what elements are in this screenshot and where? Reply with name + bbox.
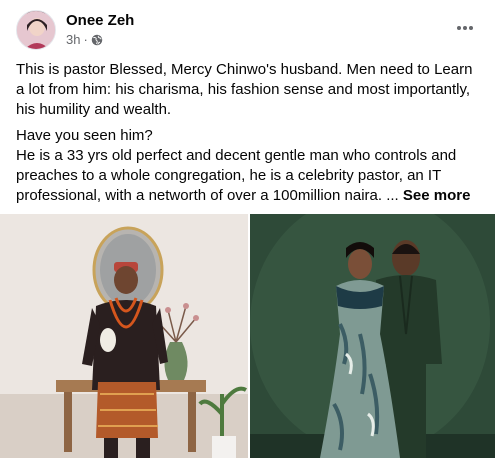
more-options-icon — [457, 26, 473, 30]
meta-separator: · — [83, 32, 88, 47]
post-paragraph-2: Have you seen him? — [16, 127, 153, 144]
couple-green-backdrop-image — [250, 214, 495, 458]
photo-grid — [0, 214, 495, 458]
post-paragraph-3-text: He is a 33 yrs old perfect and decent ge… — [16, 147, 457, 204]
post-header: Onee Zeh 3h · — [16, 8, 479, 52]
author-avatar[interactable] — [16, 10, 56, 50]
photo-left[interactable] — [0, 214, 248, 458]
photo-right[interactable] — [250, 214, 495, 458]
post-time[interactable]: 3h — [66, 32, 80, 47]
post-paragraph-1: This is pastor Blessed, Mercy Chinwo's h… — [16, 61, 473, 118]
more-options-button[interactable] — [451, 14, 479, 42]
avatar-image — [17, 11, 55, 49]
post-paragraph-3: He is a 33 yrs old perfect and decent ge… — [16, 146, 481, 206]
post-body: This is pastor Blessed, Mercy Chinwo's h… — [16, 60, 481, 212]
post-meta: 3h · — [66, 32, 103, 47]
see-more-link[interactable]: See more — [403, 187, 471, 204]
author-name[interactable]: Onee Zeh — [66, 12, 134, 29]
man-traditional-attire-image — [0, 214, 248, 458]
globe-icon — [91, 34, 103, 45]
